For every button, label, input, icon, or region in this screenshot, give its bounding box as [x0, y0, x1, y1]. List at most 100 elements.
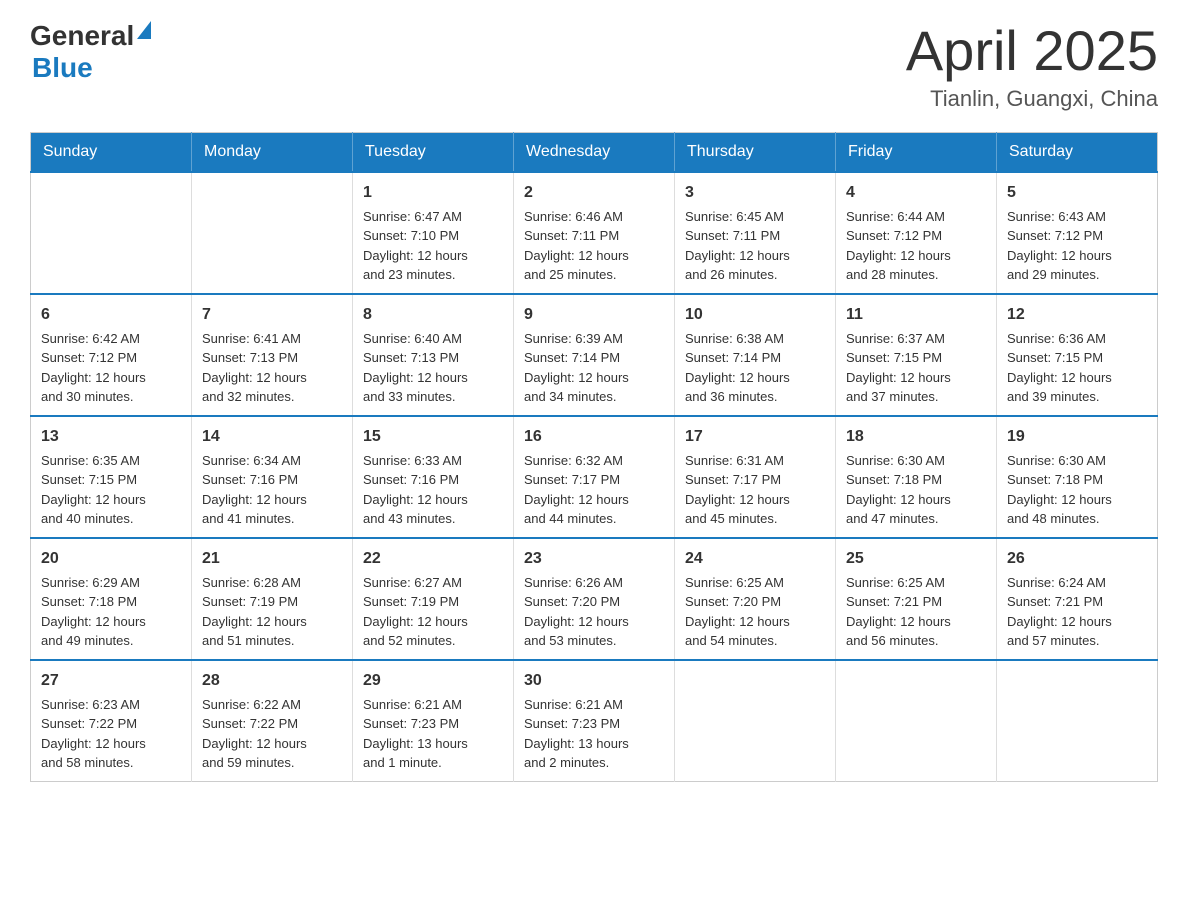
month-year-title: April 2025: [906, 20, 1158, 82]
day-info-line: Daylight: 12 hours: [1007, 368, 1147, 388]
calendar-cell-w3-d7: 19Sunrise: 6:30 AMSunset: 7:18 PMDayligh…: [997, 416, 1158, 538]
day-info-line: Sunrise: 6:27 AM: [363, 573, 503, 593]
day-info-line: Sunrise: 6:45 AM: [685, 207, 825, 227]
day-info-line: and 41 minutes.: [202, 509, 342, 529]
day-info-line: Sunrise: 6:43 AM: [1007, 207, 1147, 227]
day-info-line: Daylight: 12 hours: [1007, 612, 1147, 632]
day-number: 25: [846, 547, 986, 571]
day-info-line: and 40 minutes.: [41, 509, 181, 529]
day-info-line: Daylight: 12 hours: [41, 490, 181, 510]
day-number: 19: [1007, 425, 1147, 449]
day-info-line: Sunset: 7:22 PM: [41, 714, 181, 734]
day-info-line: Sunset: 7:12 PM: [846, 226, 986, 246]
day-info-line: and 45 minutes.: [685, 509, 825, 529]
day-info-line: Sunset: 7:11 PM: [685, 226, 825, 246]
calendar-header-row: Sunday Monday Tuesday Wednesday Thursday…: [31, 132, 1158, 172]
day-info-line: Sunset: 7:17 PM: [524, 470, 664, 490]
day-info-line: Sunset: 7:18 PM: [1007, 470, 1147, 490]
day-info-line: Sunset: 7:21 PM: [846, 592, 986, 612]
calendar-cell-w2-d1: 6Sunrise: 6:42 AMSunset: 7:12 PMDaylight…: [31, 294, 192, 416]
calendar-cell-w2-d5: 10Sunrise: 6:38 AMSunset: 7:14 PMDayligh…: [675, 294, 836, 416]
day-info-line: Sunrise: 6:46 AM: [524, 207, 664, 227]
day-info-line: Sunrise: 6:37 AM: [846, 329, 986, 349]
day-info-line: and 53 minutes.: [524, 631, 664, 651]
day-info-line: Daylight: 12 hours: [202, 368, 342, 388]
day-info-line: and 30 minutes.: [41, 387, 181, 407]
calendar-cell-w5-d6: [836, 660, 997, 782]
calendar-cell-w4-d4: 23Sunrise: 6:26 AMSunset: 7:20 PMDayligh…: [514, 538, 675, 660]
day-info-line: and 32 minutes.: [202, 387, 342, 407]
day-number: 7: [202, 303, 342, 327]
calendar-cell-w3-d1: 13Sunrise: 6:35 AMSunset: 7:15 PMDayligh…: [31, 416, 192, 538]
day-info-line: Daylight: 12 hours: [685, 612, 825, 632]
day-number: 16: [524, 425, 664, 449]
calendar-cell-w1-d5: 3Sunrise: 6:45 AMSunset: 7:11 PMDaylight…: [675, 172, 836, 294]
day-info-line: Sunrise: 6:26 AM: [524, 573, 664, 593]
calendar-cell-w1-d4: 2Sunrise: 6:46 AMSunset: 7:11 PMDaylight…: [514, 172, 675, 294]
calendar-cell-w1-d1: [31, 172, 192, 294]
day-number: 8: [363, 303, 503, 327]
day-info-line: and 28 minutes.: [846, 265, 986, 285]
day-info-line: and 54 minutes.: [685, 631, 825, 651]
day-info-line: Daylight: 12 hours: [363, 368, 503, 388]
header-thursday: Thursday: [675, 132, 836, 172]
calendar-week-3: 13Sunrise: 6:35 AMSunset: 7:15 PMDayligh…: [31, 416, 1158, 538]
calendar-cell-w4-d3: 22Sunrise: 6:27 AMSunset: 7:19 PMDayligh…: [353, 538, 514, 660]
day-info-line: Sunrise: 6:39 AM: [524, 329, 664, 349]
day-number: 6: [41, 303, 181, 327]
day-info-line: and 34 minutes.: [524, 387, 664, 407]
calendar-cell-w1-d7: 5Sunrise: 6:43 AMSunset: 7:12 PMDaylight…: [997, 172, 1158, 294]
day-number: 13: [41, 425, 181, 449]
calendar-cell-w4-d5: 24Sunrise: 6:25 AMSunset: 7:20 PMDayligh…: [675, 538, 836, 660]
day-info-line: Sunrise: 6:35 AM: [41, 451, 181, 471]
day-info-line: Daylight: 12 hours: [41, 612, 181, 632]
day-info-line: and 33 minutes.: [363, 387, 503, 407]
day-info-line: Sunset: 7:11 PM: [524, 226, 664, 246]
calendar-cell-w5-d7: [997, 660, 1158, 782]
day-info-line: and 56 minutes.: [846, 631, 986, 651]
day-info-line: Sunrise: 6:44 AM: [846, 207, 986, 227]
day-info-line: Daylight: 12 hours: [685, 490, 825, 510]
day-number: 9: [524, 303, 664, 327]
day-info-line: Daylight: 12 hours: [41, 368, 181, 388]
day-info-line: Sunrise: 6:38 AM: [685, 329, 825, 349]
day-info-line: Daylight: 12 hours: [1007, 490, 1147, 510]
page-header: General Blue April 2025 Tianlin, Guangxi…: [30, 20, 1158, 112]
day-info-line: Sunset: 7:20 PM: [524, 592, 664, 612]
day-info-line: Daylight: 12 hours: [846, 490, 986, 510]
day-info-line: and 47 minutes.: [846, 509, 986, 529]
logo-general-text: General: [30, 20, 134, 52]
day-info-line: and 57 minutes.: [1007, 631, 1147, 651]
day-info-line: Sunset: 7:14 PM: [524, 348, 664, 368]
day-number: 28: [202, 669, 342, 693]
day-info-line: and 44 minutes.: [524, 509, 664, 529]
day-info-line: Sunset: 7:15 PM: [846, 348, 986, 368]
day-info-line: and 36 minutes.: [685, 387, 825, 407]
calendar-cell-w4-d1: 20Sunrise: 6:29 AMSunset: 7:18 PMDayligh…: [31, 538, 192, 660]
calendar-cell-w4-d7: 26Sunrise: 6:24 AMSunset: 7:21 PMDayligh…: [997, 538, 1158, 660]
day-number: 29: [363, 669, 503, 693]
day-number: 21: [202, 547, 342, 571]
calendar-cell-w2-d6: 11Sunrise: 6:37 AMSunset: 7:15 PMDayligh…: [836, 294, 997, 416]
calendar-cell-w5-d2: 28Sunrise: 6:22 AMSunset: 7:22 PMDayligh…: [192, 660, 353, 782]
day-info-line: Daylight: 12 hours: [202, 612, 342, 632]
calendar-cell-w2-d3: 8Sunrise: 6:40 AMSunset: 7:13 PMDaylight…: [353, 294, 514, 416]
title-block: April 2025 Tianlin, Guangxi, China: [906, 20, 1158, 112]
day-info-line: Daylight: 12 hours: [1007, 246, 1147, 266]
day-info-line: Sunset: 7:17 PM: [685, 470, 825, 490]
day-info-line: and 37 minutes.: [846, 387, 986, 407]
calendar-week-2: 6Sunrise: 6:42 AMSunset: 7:12 PMDaylight…: [31, 294, 1158, 416]
header-wednesday: Wednesday: [514, 132, 675, 172]
day-info-line: and 26 minutes.: [685, 265, 825, 285]
day-info-line: and 59 minutes.: [202, 753, 342, 773]
day-info-line: and 25 minutes.: [524, 265, 664, 285]
calendar-cell-w2-d2: 7Sunrise: 6:41 AMSunset: 7:13 PMDaylight…: [192, 294, 353, 416]
day-number: 3: [685, 181, 825, 205]
day-number: 14: [202, 425, 342, 449]
header-tuesday: Tuesday: [353, 132, 514, 172]
day-number: 11: [846, 303, 986, 327]
header-sunday: Sunday: [31, 132, 192, 172]
calendar-cell-w4-d2: 21Sunrise: 6:28 AMSunset: 7:19 PMDayligh…: [192, 538, 353, 660]
day-info-line: Sunrise: 6:21 AM: [524, 695, 664, 715]
day-info-line: Sunset: 7:18 PM: [41, 592, 181, 612]
